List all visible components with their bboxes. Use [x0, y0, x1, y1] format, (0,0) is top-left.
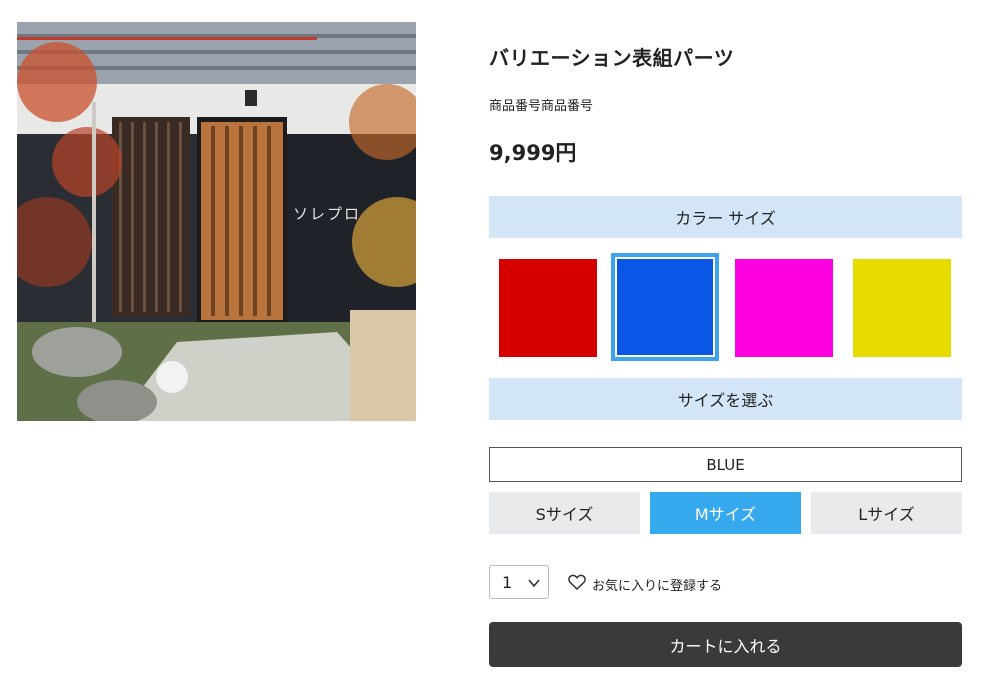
chevron-down-icon: [528, 575, 540, 594]
product-image: ソレプロ: [17, 22, 416, 421]
product-title: バリエーション表組パーツ: [489, 46, 735, 70]
add-to-cart-button[interactable]: カートに入れる: [489, 622, 962, 667]
selected-color-label: BLUE: [489, 447, 962, 482]
product-price: 9,999円: [489, 141, 577, 165]
swatch-red[interactable]: [499, 259, 597, 357]
size-l-button[interactable]: Lサイズ: [811, 492, 962, 534]
favorite-label: お気に入りに登録する: [592, 578, 723, 594]
size-m-button-selected[interactable]: Mサイズ: [650, 492, 801, 534]
favorite-button[interactable]: お気に入りに登録する: [568, 574, 722, 594]
image-sign-text: ソレプロ: [293, 205, 361, 223]
color-swatches: [489, 253, 962, 361]
swatch-magenta[interactable]: [735, 259, 833, 357]
size-s-button[interactable]: Sサイズ: [489, 492, 640, 534]
quantity-select[interactable]: 1: [489, 565, 549, 599]
color-section-header: カラー サイズ: [489, 196, 962, 238]
swatch-yellow[interactable]: [853, 259, 951, 357]
size-options: Sサイズ Mサイズ Lサイズ: [489, 492, 962, 534]
quantity-value: 1: [502, 572, 513, 592]
heart-icon: [568, 574, 586, 594]
product-page: ソレプロ バリエーション表組パーツ 商品番号商品番号 9,999円 カラー サイ…: [0, 0, 1000, 700]
product-sku: 商品番号商品番号: [489, 99, 594, 114]
swatch-blue-selected[interactable]: [611, 253, 719, 361]
size-section-header: サイズを選ぶ: [489, 378, 962, 420]
